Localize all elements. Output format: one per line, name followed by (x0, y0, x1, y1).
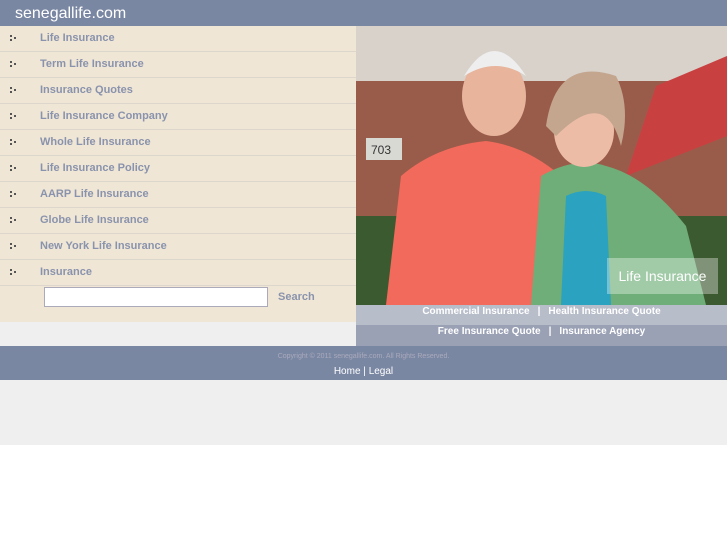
nav-item[interactable]: Term Life Insurance (0, 52, 356, 78)
nav-item[interactable]: New York Life Insurance (0, 234, 356, 260)
site-logo[interactable]: senegallife.com (15, 5, 126, 23)
nav-link[interactable]: Globe Life Insurance (40, 214, 149, 226)
nav-item[interactable]: Globe Life Insurance (0, 208, 356, 234)
nav-item[interactable]: Life Insurance Company (0, 104, 356, 130)
nav-link[interactable]: Term Life Insurance (40, 58, 144, 70)
bullet-icon (10, 113, 18, 120)
nav-link[interactable]: Insurance (40, 266, 92, 278)
search-input[interactable] (44, 287, 268, 307)
sidebar-nav: Life Insurance Term Life Insurance Insuran… (0, 26, 356, 322)
nav-link[interactable]: Insurance Quotes (40, 84, 133, 96)
nav-item[interactable]: Insurance (0, 260, 356, 286)
separator: | (363, 366, 366, 377)
copyright: Copyright © 2011 senegallife.com. All Ri… (277, 353, 450, 360)
nav-link[interactable]: Life Insurance Policy (40, 162, 150, 174)
link-commercial-insurance[interactable]: Commercial Insurance (422, 306, 529, 317)
nav-link[interactable]: Life Insurance (40, 32, 115, 44)
header: senegallife.com (0, 0, 727, 26)
nav-item[interactable]: Insurance Quotes (0, 78, 356, 104)
separator: | (537, 306, 541, 317)
links-row-2: Free Insurance Quote | Insurance Agency (356, 325, 727, 346)
nav-link[interactable]: New York Life Insurance (40, 240, 167, 252)
photo-caption: Life Insurance (607, 258, 718, 294)
footer: Copyright © 2011 senegallife.com. All Ri… (0, 346, 727, 380)
nav-item[interactable]: Life Insurance Policy (0, 156, 356, 182)
bullet-icon (10, 35, 18, 42)
bullet-icon (10, 139, 18, 146)
link-insurance-agency[interactable]: Insurance Agency (559, 326, 645, 337)
nav-link[interactable]: Whole Life Insurance (40, 136, 151, 148)
nav-link[interactable]: AARP Life Insurance (40, 188, 149, 200)
search-button[interactable]: Search (278, 291, 315, 303)
footer-legal-link[interactable]: Legal (369, 366, 393, 377)
nav-item[interactable]: Life Insurance (0, 26, 356, 52)
bottom-band (0, 380, 727, 445)
bullet-icon (10, 217, 18, 224)
link-free-insurance-quote[interactable]: Free Insurance Quote (438, 326, 541, 337)
nav-item[interactable]: Whole Life Insurance (0, 130, 356, 156)
bullet-icon (10, 165, 18, 172)
nav-link[interactable]: Life Insurance Company (40, 110, 168, 122)
links-row-1: Commercial Insurance | Health Insurance Qu… (356, 305, 727, 325)
nav-item[interactable]: AARP Life Insurance (0, 182, 356, 208)
bullet-icon (10, 191, 18, 198)
hero-photo: 703 Life Insurance (356, 26, 727, 305)
footer-home-link[interactable]: Home (334, 366, 361, 377)
bullet-icon (10, 87, 18, 94)
bullet-icon (10, 269, 18, 276)
bullet-icon (10, 61, 18, 68)
bullet-icon (10, 243, 18, 250)
house-number: 703 (371, 143, 391, 157)
separator: | (548, 326, 552, 337)
spacer (0, 322, 356, 346)
link-health-insurance-quote[interactable]: Health Insurance Quote (548, 306, 660, 317)
